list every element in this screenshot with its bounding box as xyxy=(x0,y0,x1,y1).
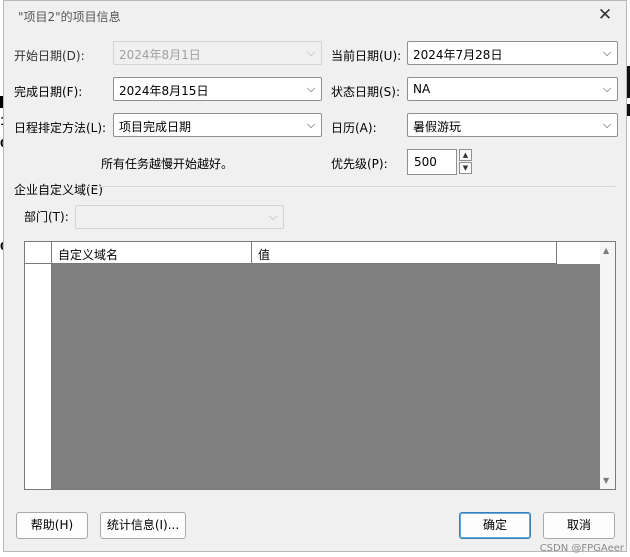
chevron-down-icon: ⌵ xyxy=(306,118,316,131)
priority-decrement-button[interactable]: ▼ xyxy=(459,162,472,174)
chevron-down-icon: ⌵ xyxy=(602,82,612,95)
custom-fields-grid[interactable]: 自定义域名 值 ▲ ▼ xyxy=(24,241,616,490)
priority-increment-button[interactable]: ▲ xyxy=(459,149,472,161)
calendar-dropdown[interactable]: 暑假游玩 ⌵ xyxy=(407,113,618,137)
priority-label: 优先级(P): xyxy=(331,157,388,171)
schedule-hint-text: 所有任务越慢开始越好。 xyxy=(101,157,234,171)
priority-value: 500 xyxy=(414,155,437,169)
finish-date-label: 完成日期(F): xyxy=(14,85,83,99)
start-date-value: 2024年8月1日 xyxy=(119,48,201,62)
status-date-dropdown[interactable]: NA ⌵ xyxy=(407,77,618,101)
chevron-down-icon: ⌵ xyxy=(306,46,316,59)
column-header-label: 值 xyxy=(258,248,271,262)
status-date-label: 状态日期(S): xyxy=(331,85,401,99)
status-date-value: NA xyxy=(413,82,431,96)
scroll-up-icon[interactable]: ▲ xyxy=(603,246,609,255)
finish-date-dropdown[interactable]: 2024年8月15日 ⌵ xyxy=(113,77,322,101)
schedule-from-dropdown[interactable]: 项目完成日期 ⌵ xyxy=(113,113,322,137)
chevron-down-icon: ⌵ xyxy=(268,210,278,223)
priority-input[interactable]: 500 xyxy=(407,149,457,175)
column-header-label: 自定义域名 xyxy=(58,248,119,262)
chevron-down-icon: ⌵ xyxy=(602,118,612,131)
schedule-from-label: 日程排定方法(L): xyxy=(14,121,107,135)
scroll-down-icon[interactable]: ▼ xyxy=(603,476,609,485)
chevron-down-icon: ⌵ xyxy=(306,82,316,95)
dialog-title: "项目2"的项目信息 xyxy=(18,10,121,24)
grid-corner-header xyxy=(25,242,52,264)
column-header-value[interactable]: 值 xyxy=(252,242,557,264)
department-dropdown[interactable]: ⌵ xyxy=(75,205,284,229)
column-header-field-name[interactable]: 自定义域名 xyxy=(52,242,252,264)
grid-vertical-scrollbar[interactable]: ▲ ▼ xyxy=(600,242,615,489)
current-date-label: 当前日期(U): xyxy=(331,49,402,63)
chevron-down-icon: ⌵ xyxy=(602,46,612,59)
ok-button[interactable]: 确定 xyxy=(459,512,531,539)
finish-date-value: 2024年8月15日 xyxy=(119,84,209,98)
current-date-value: 2024年7月28日 xyxy=(413,48,503,62)
calendar-value: 暑假游玩 xyxy=(413,120,462,134)
group-divider xyxy=(88,186,615,187)
schedule-from-value: 项目完成日期 xyxy=(119,120,192,134)
help-button[interactable]: 帮助(H) xyxy=(16,512,88,539)
start-date-dropdown[interactable]: 2024年8月1日 ⌵ xyxy=(113,41,322,65)
cancel-button[interactable]: 取消 xyxy=(543,512,615,539)
close-icon[interactable]: ✕ xyxy=(596,6,614,24)
enterprise-fields-group-label: 企业自定义域(E) xyxy=(14,183,103,197)
watermark: CSDN @FPGAeer xyxy=(539,543,624,554)
calendar-label: 日历(A): xyxy=(331,121,377,135)
project-info-dialog: "项目2"的项目信息 ✕ 开始日期(D): 2024年8月1日 ⌵ 当前日期(U… xyxy=(3,0,627,552)
grid-empty-area xyxy=(52,264,600,489)
statistics-button[interactable]: 统计信息(I)... xyxy=(100,512,186,539)
grid-row-header xyxy=(25,264,52,489)
start-date-label: 开始日期(D): xyxy=(14,49,85,63)
department-label: 部门(T): xyxy=(24,210,69,224)
current-date-dropdown[interactable]: 2024年7月28日 ⌵ xyxy=(407,41,618,65)
